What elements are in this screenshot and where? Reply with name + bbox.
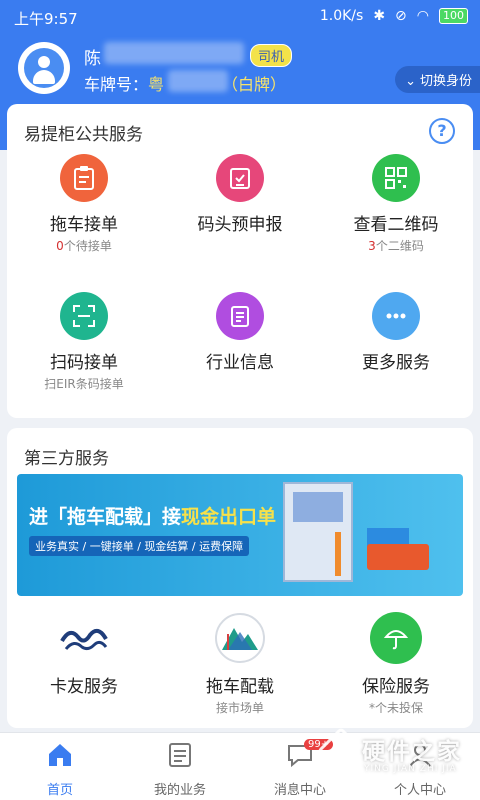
service-trucker[interactable]: 卡友服务 — [9, 612, 159, 697]
service-label: 扫码接单 — [50, 353, 118, 373]
user-name: 陈 — [84, 49, 101, 69]
public-services-card: 易提柜公共服务 ? 拖车接单 0个待接单 码头预申报 查看二维码 3个二维码 扫… — [7, 104, 473, 418]
tab-label: 我的业务 — [153, 783, 206, 798]
checklist-icon — [216, 154, 264, 202]
name-redaction — [104, 42, 244, 64]
tab-home[interactable]: 首页 — [0, 741, 120, 798]
tab-label: 首页 — [46, 783, 73, 798]
chevron-down-icon: ⌄ — [405, 74, 416, 89]
plate-label: 车牌号： — [84, 75, 149, 94]
service-label: 拖车接单 — [50, 215, 118, 235]
service-sub: 扫EIR条码接单 — [44, 377, 124, 391]
wave-logo-icon — [58, 612, 110, 664]
clipboard-icon — [60, 154, 108, 202]
watermark-logo-icon — [316, 726, 366, 776]
service-sub: 3个二维码 — [368, 239, 424, 253]
home-icon — [49, 744, 71, 766]
battery-icon: 100 — [439, 8, 468, 24]
service-more[interactable]: 更多服务 — [321, 292, 471, 373]
mountain-logo-icon — [214, 612, 266, 664]
service-label: 拖车配载 — [206, 677, 274, 697]
avatar[interactable] — [18, 42, 70, 94]
qrcode-icon — [372, 154, 420, 202]
service-industry-info[interactable]: 行业信息 — [165, 292, 315, 373]
umbrella-icon — [370, 612, 422, 664]
plate-value: 粤 — [148, 75, 165, 94]
scan-icon — [60, 292, 108, 340]
service-tow-load[interactable]: 拖车配载 接市场单 — [165, 612, 315, 716]
more-icon — [372, 292, 420, 340]
watermark: 硬件之家 YING JIAN ZHI JIA — [316, 726, 478, 786]
service-terminal-declaration[interactable]: 码头预申报 — [165, 154, 315, 235]
plate-type: （白牌） — [222, 75, 287, 94]
service-label: 更多服务 — [362, 353, 430, 373]
service-sub: *个未投保 — [368, 701, 423, 715]
banner-headline: 进「拖车配载」接现金出口单 — [29, 506, 277, 528]
service-label: 保险服务 — [362, 677, 430, 697]
switch-identity-button[interactable]: ⌄ 切换身份 — [395, 66, 480, 93]
status-time: 上午9:57 — [14, 10, 78, 28]
truck-illustration — [367, 544, 429, 570]
service-label: 查看二维码 — [353, 215, 439, 235]
list-icon — [169, 743, 191, 767]
forklift-illustration — [335, 532, 341, 576]
section-title: 易提柜公共服务 — [24, 125, 143, 145]
user-icon — [24, 48, 64, 88]
third-party-card: 第三方服务 进「拖车配载」接现金出口单 业务真实 / 一键接单 / 现金结算 /… — [7, 428, 473, 728]
watermark-text: 硬件之家 — [362, 739, 462, 765]
role-badge: 司机 — [250, 44, 293, 67]
status-bar: 上午9:57 1.0K/s ✱ ⊘ ◠ 100 — [0, 0, 480, 34]
service-tow-orders[interactable]: 拖车接单 0个待接单 — [9, 154, 159, 254]
wifi-icon: ◠ — [416, 8, 429, 24]
service-sub: 接市场单 — [215, 701, 264, 715]
document-icon — [216, 292, 264, 340]
network-speed: 1.0K/s — [319, 8, 364, 24]
warehouse-illustration — [283, 482, 353, 582]
switch-identity-label: 切换身份 — [419, 74, 472, 89]
help-icon[interactable]: ? — [429, 118, 455, 144]
service-label: 码头预申报 — [197, 215, 283, 235]
section-title: 第三方服务 — [24, 449, 109, 469]
plate-redaction — [168, 70, 228, 92]
service-insurance[interactable]: 保险服务 *个未投保 — [321, 612, 471, 716]
promo-banner[interactable]: 进「拖车配载」接现金出口单 业务真实 / 一键接单 / 现金结算 / 运费保障 — [17, 474, 463, 596]
bluetooth-icon: ✱ — [373, 8, 386, 24]
mute-icon: ⊘ — [395, 8, 407, 24]
service-label: 卡友服务 — [50, 677, 118, 697]
tab-my-business[interactable]: 我的业务 — [120, 741, 240, 798]
banner-tags: 业务真实 / 一键接单 / 现金结算 / 运费保障 — [29, 536, 250, 556]
service-scan-order[interactable]: 扫码接单 扫EIR条码接单 — [9, 292, 159, 392]
service-sub: 0个待接单 — [56, 239, 112, 253]
service-label: 行业信息 — [206, 353, 274, 373]
service-qrcode[interactable]: 查看二维码 3个二维码 — [321, 154, 471, 254]
watermark-subtext: YING JIAN ZHI JIA — [364, 764, 457, 774]
